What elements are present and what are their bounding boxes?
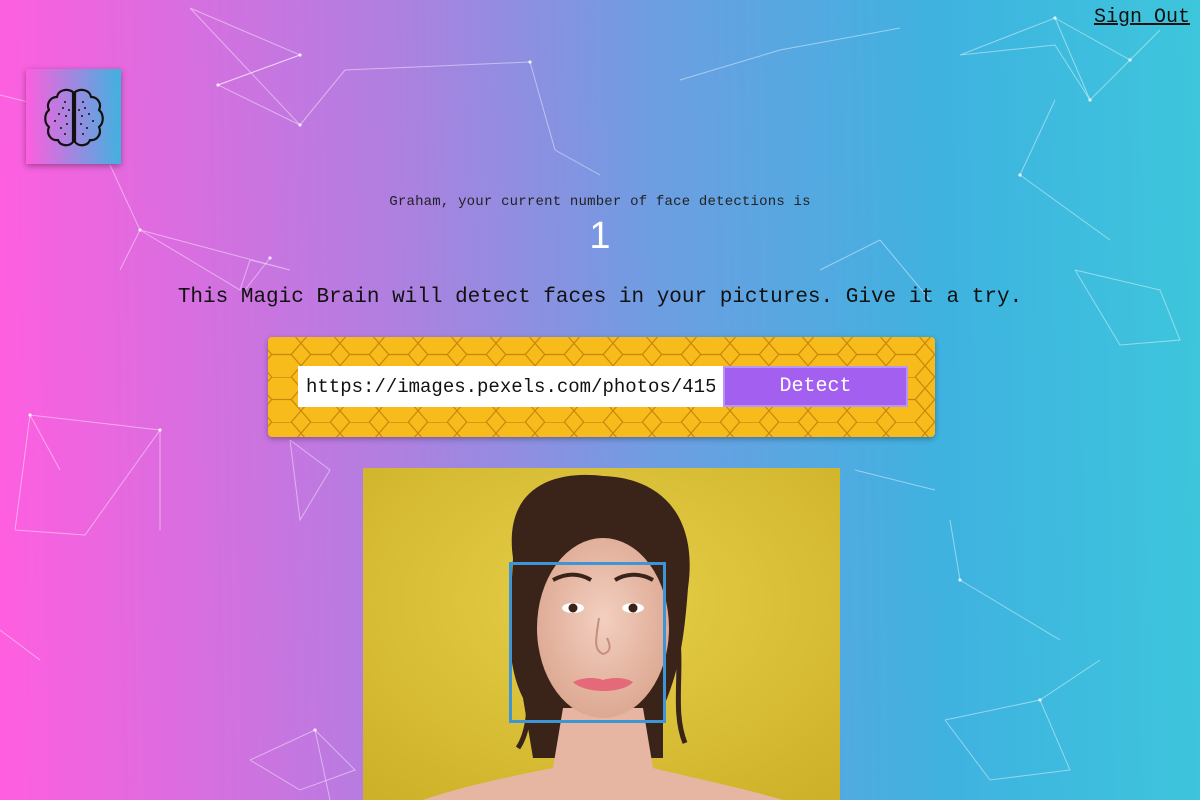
image-link-form: Detect <box>268 337 935 437</box>
rank-section: Graham, your current number of face dete… <box>0 194 1200 258</box>
intro-text: This Magic Brain will detect faces in yo… <box>177 286 1023 309</box>
detect-button[interactable]: Detect <box>723 366 908 407</box>
face-bounding-box <box>509 562 666 723</box>
rank-text: Graham, your current number of face dete… <box>389 194 811 210</box>
detection-count: 1 <box>589 215 611 257</box>
sign-out-link[interactable]: Sign Out <box>1094 6 1190 29</box>
logo <box>26 69 121 164</box>
input-image <box>363 468 840 800</box>
image-url-input[interactable] <box>298 366 723 407</box>
brain-icon <box>43 88 104 146</box>
